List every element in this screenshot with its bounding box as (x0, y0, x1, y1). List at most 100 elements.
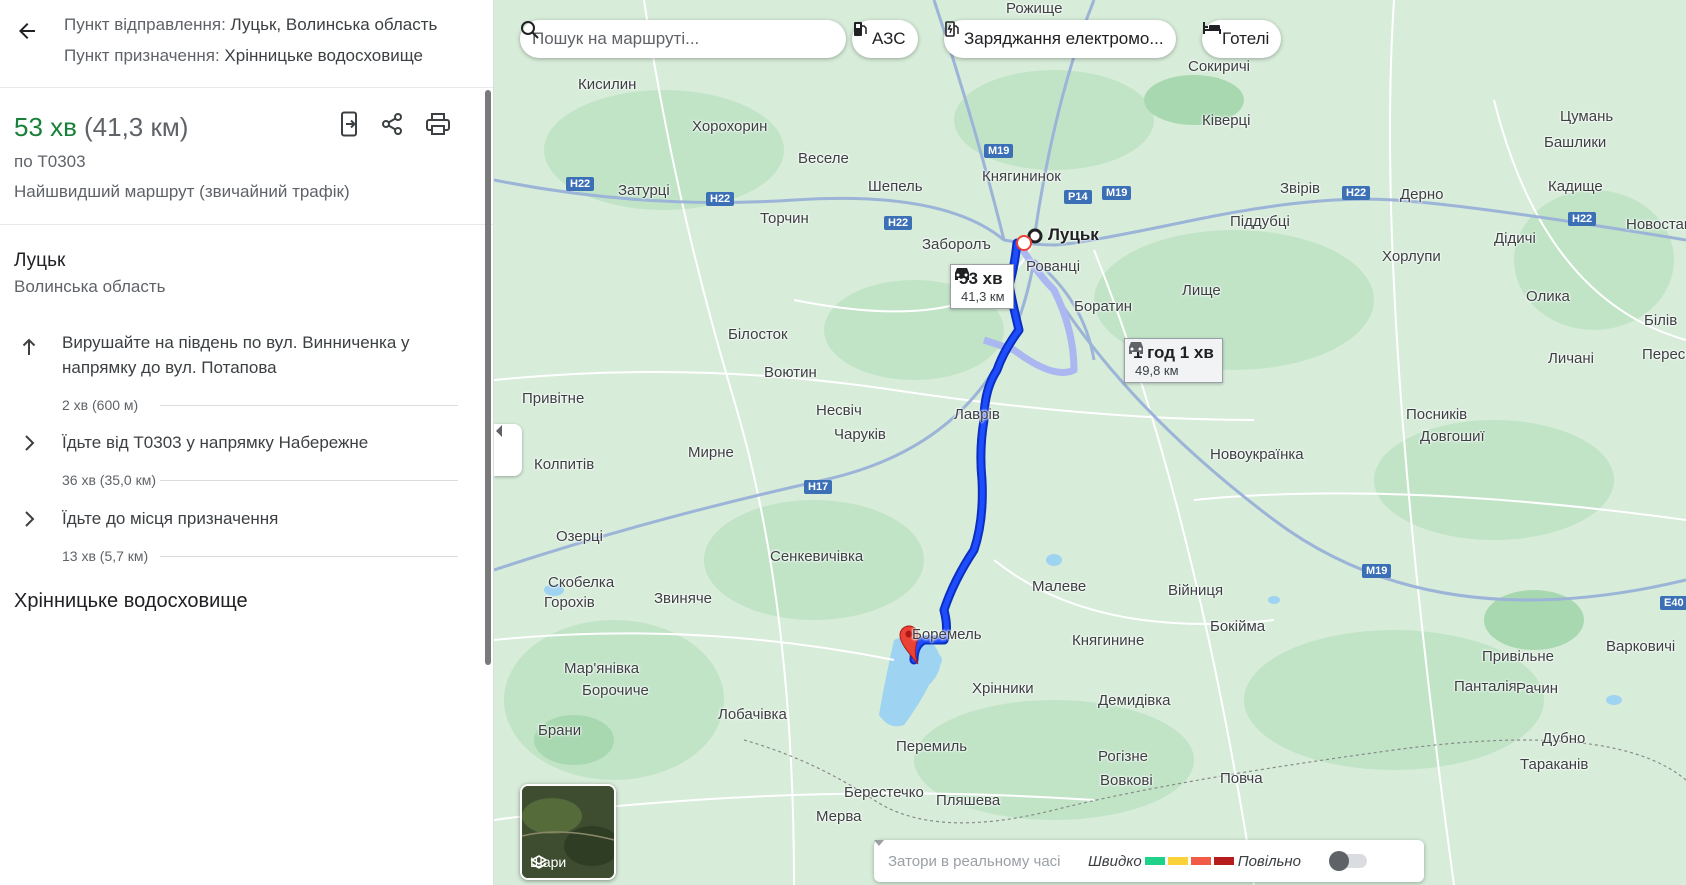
place-label: Колпитів (534, 456, 595, 473)
road-shield: H22 (706, 192, 735, 206)
road-shield: H17 (804, 480, 833, 494)
car-icon (1129, 342, 1143, 354)
place-label: Бокійма (1210, 618, 1266, 635)
traffic-select[interactable]: Затори в реальному часі (874, 840, 1088, 870)
place-label: Варковичі (1606, 638, 1676, 655)
chip-hotels[interactable]: Готелі (1202, 20, 1282, 58)
road-shield: P14 (1064, 190, 1092, 204)
map-canvas[interactable]: Рожище Сокиричі Кисилин Хорохорин Веселе… (494, 0, 1686, 885)
place-label: Лаврів (954, 406, 1000, 423)
place-label: Білів (1644, 312, 1678, 329)
directions-header: Пункт відправлення: Луцьк, Волинська обл… (0, 0, 493, 88)
back-button[interactable] (10, 14, 44, 48)
place-label: Затурці (618, 182, 670, 199)
road-shield: H22 (1342, 186, 1371, 200)
route-callout-alt[interactable]: 1 год 1 хв 49,8 км (1124, 338, 1223, 383)
origin-row[interactable]: Пункт відправлення: Луцьк, Волинська обл… (64, 15, 437, 35)
place-label: Вовкові (1100, 772, 1153, 789)
place-label: Дідичі (1494, 230, 1536, 247)
step-meta: 2 хв (600 м) (62, 397, 139, 413)
place-label: Звірів (1280, 180, 1321, 197)
place-label: Рогізне (1098, 748, 1148, 765)
destination-label: Пункт призначення: (64, 46, 220, 65)
chevron-right-icon (25, 511, 35, 527)
route-via: по Т0303 (14, 152, 86, 171)
place-label: Дубно (1542, 730, 1586, 747)
route-search-input[interactable]: Пошук на маршруті... (520, 20, 846, 58)
step-text: Їдьте від Т0303 у напрямку Набережне (62, 433, 369, 452)
chip-label: АЗС (872, 29, 906, 48)
traffic-swatch (1213, 857, 1234, 865)
place-label: Брани (538, 722, 582, 739)
route-callout-main[interactable]: 53 хв 41,3 км (950, 264, 1014, 309)
city-label[interactable]: Луцьк (1048, 225, 1099, 245)
place-label: Горохів (544, 594, 595, 611)
destination-value: Хрінницьке водосховище (224, 46, 424, 65)
road-shield: M19 (1102, 186, 1132, 200)
send-to-phone-button[interactable] (332, 106, 368, 142)
chevron-left-icon (496, 425, 502, 437)
search-icon (521, 21, 539, 39)
place-label: Олика (1526, 288, 1570, 305)
place-label: Білосток (728, 326, 788, 343)
place-label: Чаруків (834, 426, 886, 443)
origin-region: Волинська область (14, 277, 166, 296)
traffic-swatch (1167, 857, 1188, 865)
place-label: Кадище (1548, 178, 1603, 195)
directions-panel: Пункт відправлення: Луцьк, Волинська обл… (0, 0, 494, 885)
place-label: Башлики (1544, 134, 1607, 151)
place-label: Озерці (556, 528, 603, 545)
step-divider (160, 480, 458, 481)
traffic-legend: Затори в реальному часі Швидко Повільно (874, 840, 1424, 882)
arrow-back-icon (19, 23, 35, 39)
share-button[interactable] (374, 106, 410, 142)
place-label: Сокиричі (1188, 58, 1250, 75)
place-label: Несвіч (816, 402, 862, 419)
hotel-icon (1203, 22, 1221, 34)
ev-charging-icon (945, 21, 959, 37)
place-label: Мар'янівка (564, 660, 640, 677)
place-label: Пересопниця (1642, 346, 1686, 363)
place-label: Привітне (522, 390, 585, 407)
place-label: Дерно (1400, 186, 1444, 203)
route-callout-distance: 49,8 км (1135, 363, 1179, 378)
place-label: Звиняче (654, 590, 712, 607)
place-label: Борочиче (582, 682, 649, 699)
step-meta: 36 хв (35,0 км) (62, 472, 157, 488)
place-label: Повча (1220, 770, 1263, 787)
chip-ev-charging[interactable]: Заряджання електромо... (944, 20, 1176, 58)
place-label: Кисилин (578, 76, 637, 93)
place-label: Заборолъ (922, 236, 991, 253)
panel-scrollbar[interactable] (485, 90, 491, 665)
chevron-right-icon (25, 435, 35, 451)
place-label: Тараканів (1520, 756, 1589, 773)
place-label: Веселе (798, 150, 849, 167)
place-label: Лище (1182, 282, 1221, 299)
print-button[interactable] (420, 106, 456, 142)
traffic-toggle[interactable] (1329, 851, 1368, 871)
route-summary: 53 хв (41,3 км) по Т0303 Найшвидший марш… (0, 88, 493, 225)
traffic-swatch (1190, 857, 1211, 865)
step-divider (160, 405, 458, 406)
send-to-phone-icon (341, 111, 357, 137)
place-label: Мирне (688, 444, 734, 461)
place-label: Боратин (1074, 298, 1133, 315)
layers-button[interactable]: Шари (520, 784, 616, 880)
place-label: Війниця (1168, 582, 1224, 599)
place-label: Скобелка (548, 574, 615, 591)
collapse-panel-button[interactable] (494, 424, 522, 476)
chip-label: Готелі (1222, 29, 1270, 48)
place-label: Цумань (1560, 108, 1614, 125)
chip-gas[interactable]: АЗС (852, 20, 918, 58)
origin-value: Луцьк, Волинська область (230, 15, 438, 34)
step-divider (160, 556, 458, 557)
car-icon (955, 268, 969, 280)
place-label: Ківерці (1202, 112, 1251, 129)
place-label: Берестечко (844, 784, 924, 801)
place-label: Шепель (868, 178, 923, 195)
step-text: Їдьте до місця призначення (62, 509, 279, 528)
destination-row[interactable]: Пункт призначення: Хрінницьке водосховищ… (64, 46, 423, 66)
place-label: Новоукраїнка (1210, 446, 1304, 463)
place-label: Княгинине (1072, 632, 1145, 649)
step-text: Вирушайте на південь по вул. Винниченка … (62, 333, 410, 377)
